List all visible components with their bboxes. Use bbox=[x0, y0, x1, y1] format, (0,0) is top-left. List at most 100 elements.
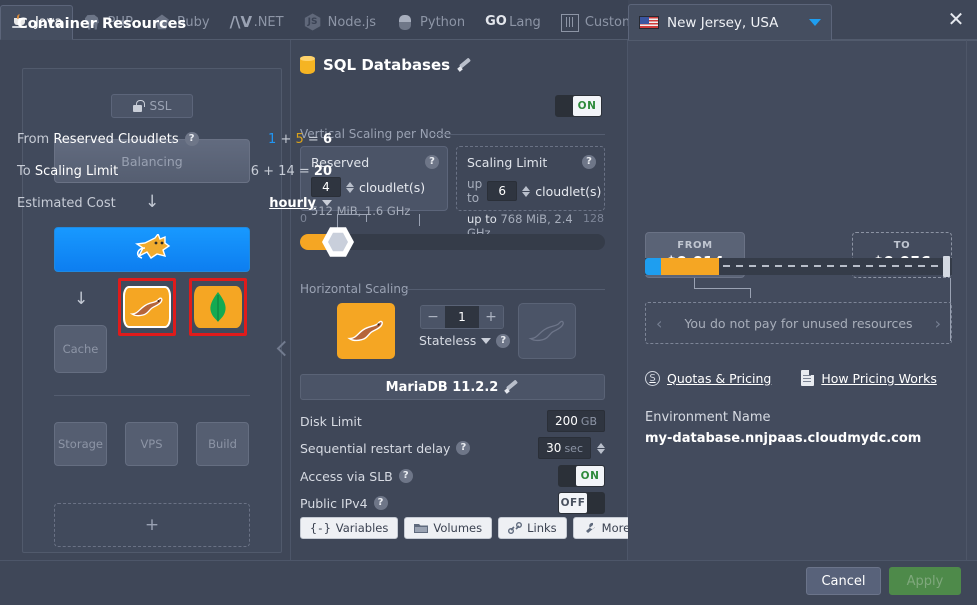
scaling-limit-input[interactable]: 6 bbox=[487, 181, 518, 201]
option-label: Access via SLB ? bbox=[300, 469, 558, 484]
page-title: SQL Databases bbox=[323, 56, 451, 74]
slider-handle[interactable] bbox=[322, 227, 354, 257]
region-selector[interactable]: New Jersey, USA bbox=[628, 4, 832, 40]
region-name: New Jersey, USA bbox=[667, 14, 779, 31]
row-key: Estimated Cost bbox=[17, 195, 116, 211]
horizontal-scaling-label: Horizontal Scaling bbox=[300, 282, 417, 296]
cost-bar-dashed-track bbox=[723, 265, 945, 267]
restart-delay-stepper[interactable] bbox=[597, 442, 605, 454]
node-mariadb-selected[interactable] bbox=[118, 278, 176, 336]
scaling-limit-stepper[interactable] bbox=[522, 185, 531, 197]
quotas-pricing-link[interactable]: S Quotas & Pricing bbox=[645, 370, 771, 386]
pencil-icon[interactable] bbox=[505, 380, 519, 394]
volumes-button[interactable]: Volumes bbox=[404, 517, 493, 539]
node-count-stepper[interactable]: − 1 + bbox=[420, 305, 504, 329]
chevron-left-icon[interactable] bbox=[277, 335, 291, 369]
tab-nodejs[interactable]: JS Node.js bbox=[294, 5, 386, 39]
node-count-value[interactable]: 1 bbox=[445, 306, 479, 328]
restart-delay-unit: sec bbox=[564, 442, 583, 455]
leader-line bbox=[366, 214, 367, 222]
tab-go[interactable]: GO Lang bbox=[475, 5, 551, 39]
node-build[interactable]: Build bbox=[196, 422, 249, 466]
value-scaling: 14 bbox=[278, 163, 295, 179]
disk-limit-unit: GB bbox=[580, 415, 597, 428]
mongodb-leaf-icon bbox=[194, 286, 242, 328]
link-label: Quotas & Pricing bbox=[667, 370, 772, 386]
node-storage[interactable]: Storage bbox=[54, 422, 107, 466]
node-tomcat[interactable] bbox=[54, 227, 250, 272]
topology-panel: SSL Balancing ↓ ↓ ↓ ↓ Cache bbox=[0, 40, 290, 560]
tomcat-cat-icon bbox=[135, 233, 171, 259]
close-icon[interactable]: ✕ bbox=[945, 9, 967, 31]
plus-icon: + bbox=[144, 515, 160, 535]
environment-topology-dialog: Java PHP Ruby /\V .NET JS Node.js Python… bbox=[0, 0, 977, 605]
custom-bars-icon bbox=[560, 14, 579, 32]
pricing-links: S Quotas & Pricing How Pricing Works bbox=[645, 370, 955, 386]
question-mark-icon[interactable]: ? bbox=[496, 333, 511, 348]
billing-period-dropdown[interactable]: hourly bbox=[269, 196, 332, 211]
reserved-stepper[interactable] bbox=[346, 181, 354, 193]
node-settings-panel: SQL Databases ON Vertical Scaling per No… bbox=[290, 40, 641, 560]
power-toggle[interactable]: ON bbox=[555, 95, 602, 117]
card-caption: FROM bbox=[677, 239, 713, 251]
question-mark-icon[interactable]: ? bbox=[425, 155, 439, 169]
question-mark-icon[interactable]: ? bbox=[456, 441, 471, 455]
environment-name-label: Environment Name bbox=[645, 410, 771, 425]
apply-button[interactable]: Apply bbox=[889, 567, 961, 595]
ssl-label: SSL bbox=[149, 99, 172, 113]
row-scaling-limit: To Scaling Limit 6 + 14 = 20 bbox=[17, 160, 332, 182]
disk-limit-input[interactable]: 200 GB bbox=[547, 410, 605, 432]
unused-resources-note: ‹ You do not pay for unused resources › bbox=[645, 302, 952, 344]
node-tile-ghost[interactable] bbox=[518, 303, 576, 359]
button-label: Links bbox=[527, 521, 557, 535]
option-label: Disk Limit bbox=[300, 413, 362, 429]
option-row-public-ipv4: Public IPv4 ? OFF bbox=[300, 490, 605, 516]
node-vps[interactable]: VPS bbox=[125, 422, 178, 466]
disk-limit-value: 200 bbox=[555, 414, 578, 428]
add-node-button[interactable]: + bbox=[54, 503, 250, 547]
public-ipv4-toggle[interactable]: OFF bbox=[558, 492, 605, 514]
stateless-dropdown[interactable]: Stateless ? bbox=[419, 333, 511, 348]
access-slb-toggle[interactable]: ON bbox=[558, 465, 605, 487]
question-mark-icon[interactable]: ? bbox=[373, 496, 388, 510]
toggle-label: OFF bbox=[559, 493, 587, 513]
chevron-right-icon[interactable]: › bbox=[935, 314, 941, 333]
node-mongodb-selected[interactable] bbox=[189, 278, 247, 336]
tab-python[interactable]: Python bbox=[386, 5, 475, 39]
tab-dotnet[interactable]: /\V .NET bbox=[220, 5, 294, 39]
restart-delay-value: 30 bbox=[546, 441, 562, 455]
environment-name-value: my-database.nnjpaas.cloudmydc.com bbox=[645, 431, 922, 446]
button-label: Cancel bbox=[821, 573, 866, 589]
cost-bar-scaling-segment bbox=[661, 258, 719, 275]
variables-button[interactable]: {-} Variables bbox=[300, 517, 399, 539]
row-value: 6 + 14 = 20 bbox=[251, 164, 332, 179]
python-icon bbox=[396, 13, 414, 31]
operator: + bbox=[263, 163, 275, 179]
node-tile-active[interactable] bbox=[337, 303, 395, 359]
key-bold: Reserved Cloudlets bbox=[53, 131, 179, 147]
ssl-toggle-chip[interactable]: SSL bbox=[111, 94, 193, 118]
question-mark-icon[interactable]: ? bbox=[398, 469, 413, 483]
links-button[interactable]: Links bbox=[498, 517, 567, 539]
toggle-label: ON bbox=[573, 96, 601, 116]
restart-delay-input[interactable]: 30 sec bbox=[538, 437, 591, 459]
question-mark-icon[interactable]: ? bbox=[184, 132, 199, 146]
node-label: Storage bbox=[58, 437, 103, 451]
scaling-limit-prefix: up to bbox=[467, 177, 483, 205]
increase-nodes-button[interactable]: + bbox=[479, 306, 503, 328]
question-mark-icon[interactable]: ? bbox=[582, 155, 596, 169]
how-pricing-works-link[interactable]: How Pricing Works bbox=[801, 370, 937, 386]
decrease-nodes-button[interactable]: − bbox=[421, 306, 445, 328]
cost-range-bar[interactable] bbox=[645, 256, 952, 277]
cloudlet-slider[interactable]: 0 128 bbox=[300, 212, 610, 262]
chevron-left-icon[interactable]: ‹ bbox=[656, 314, 662, 333]
node-cache[interactable]: Cache bbox=[54, 325, 107, 373]
chain-link-icon bbox=[508, 522, 523, 534]
pencil-icon[interactable] bbox=[458, 58, 472, 72]
section-rule bbox=[403, 289, 605, 290]
cost-bar-handle[interactable] bbox=[943, 256, 950, 277]
cancel-button[interactable]: Cancel bbox=[806, 567, 881, 595]
slider-max-tick: 128 bbox=[583, 212, 604, 225]
node-label: Cache bbox=[62, 342, 99, 356]
stack-version-bar[interactable]: MariaDB 11.2.2 bbox=[300, 374, 605, 400]
